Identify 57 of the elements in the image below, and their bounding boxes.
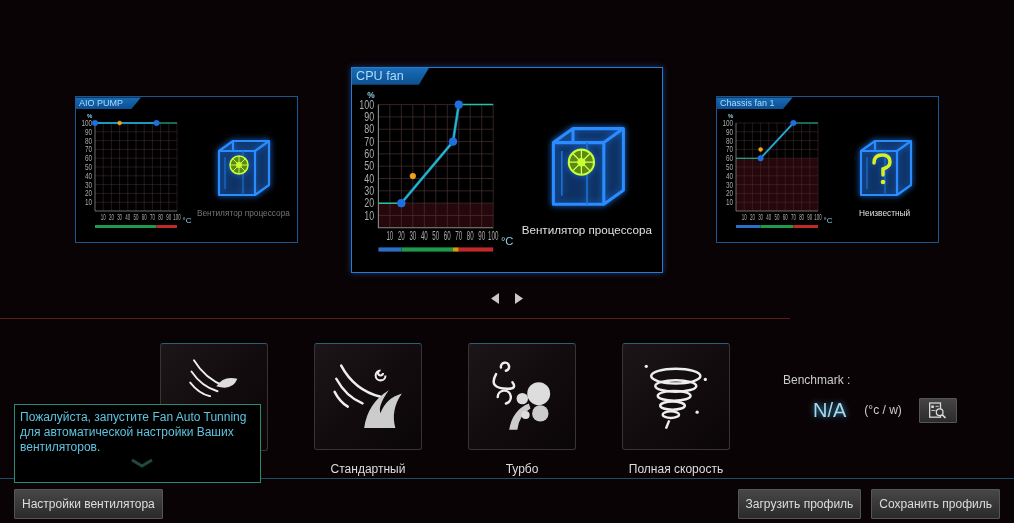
axis-tick-label: 50 bbox=[432, 228, 440, 243]
axis-tick-label: 100 bbox=[488, 228, 499, 243]
axis-label: °C bbox=[823, 216, 833, 226]
axis-tick-label: 30 bbox=[726, 180, 734, 191]
benchmark-unit: (°c / w) bbox=[864, 402, 902, 419]
axis-tick-label: 80 bbox=[726, 136, 734, 147]
axis-tick-label: 40 bbox=[364, 171, 375, 185]
axis-label: °C bbox=[182, 216, 192, 226]
benchmark-label: Benchmark : bbox=[783, 372, 852, 389]
mode-label: Турбо bbox=[505, 461, 539, 478]
axis-tick-label: 20 bbox=[398, 228, 405, 243]
axis-tick-label: 90 bbox=[478, 228, 486, 243]
axis-tick-label: 20 bbox=[364, 195, 375, 210]
axis-tick-label: 60 bbox=[84, 153, 92, 164]
mode-label: Полная скорость bbox=[628, 461, 724, 478]
fan-name: Неизвестный bbox=[859, 206, 911, 220]
axis-tick-label: 100 bbox=[81, 118, 92, 129]
axis-tick-label: 70 bbox=[84, 144, 92, 156]
card-title-tab: CPU fan bbox=[351, 68, 429, 85]
axis-tick-label: 40 bbox=[84, 171, 92, 182]
axis-tick-label: 20 bbox=[84, 188, 92, 200]
axis-tick-label: 60 bbox=[443, 228, 451, 243]
tooltip-text: Пожалуйста, запустите Fan Auto Tunning для автоматической настройки Ваших вентиляторов. bbox=[20, 410, 248, 455]
axis-tick-label: 80 bbox=[84, 136, 92, 147]
axis-tick-label: 90 bbox=[84, 127, 92, 138]
axis-tick-label: 40 bbox=[420, 228, 428, 243]
axis-tick-label: 20 bbox=[726, 188, 734, 200]
axis-label: °C bbox=[501, 234, 514, 247]
axis-tick-label: 50 bbox=[726, 162, 734, 173]
benchmark-value: N/A bbox=[813, 398, 847, 423]
axis-tick-label: 30 bbox=[84, 180, 92, 191]
axis-tick-label: 90 bbox=[364, 109, 375, 124]
axis-tick-label: 10 bbox=[726, 197, 734, 208]
axis-tick-label: 80 bbox=[466, 228, 474, 243]
axis-tick-label: 10 bbox=[386, 228, 394, 243]
mode-label: Стандартный bbox=[330, 461, 406, 478]
axis-tick-label: 70 bbox=[455, 228, 463, 243]
axis-tick-label: 90 bbox=[726, 127, 734, 138]
card-title-tab: AIO PUMP bbox=[75, 97, 141, 110]
axis-tick-label: 30 bbox=[409, 228, 417, 243]
axis-label: % bbox=[367, 89, 375, 100]
axis-tick-label: 40 bbox=[726, 171, 734, 182]
axis-tick-label: 10 bbox=[364, 208, 375, 222]
axis-tick-label: 10 bbox=[84, 197, 92, 208]
axis-tick-label: 100 bbox=[359, 97, 375, 111]
axis-tick-label: 60 bbox=[726, 153, 734, 164]
axis-tick-label: 70 bbox=[726, 144, 734, 156]
fan-name: Вентилятор процессора bbox=[196, 206, 290, 220]
axis-tick-label: 80 bbox=[364, 121, 375, 136]
axis-tick-label: 60 bbox=[364, 146, 375, 161]
axis-tick-label: 50 bbox=[84, 162, 92, 173]
card-title-tab: Chassis fan 1 bbox=[717, 97, 793, 110]
axis-tick-label: 30 bbox=[364, 183, 375, 198]
axis-tick-label: 50 bbox=[364, 158, 375, 173]
axis-tick-label: 70 bbox=[364, 134, 375, 148]
fan-name: Вентилятор процессора bbox=[521, 222, 652, 239]
axis-tick-label: 100 bbox=[722, 118, 734, 129]
